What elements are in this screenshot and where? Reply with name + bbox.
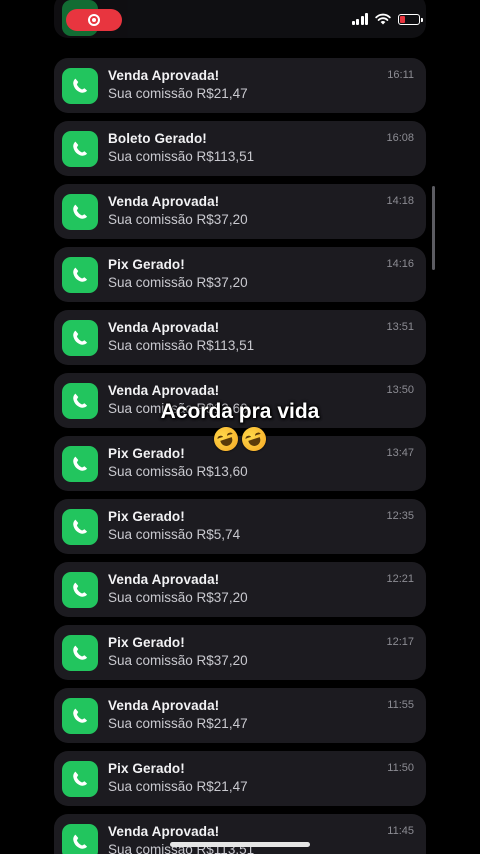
notification-card[interactable]: Boleto Gerado! Sua comissão R$113,51 16:08 [54, 121, 426, 176]
notification-body: Sua comissão R$13,60 [108, 464, 248, 479]
caption-emoji-group [210, 423, 270, 455]
phone-handset-icon [62, 698, 98, 734]
status-icons [351, 13, 423, 25]
phone-handset-icon [62, 824, 98, 854]
notification-time: 13:50 [386, 384, 414, 396]
notification-time: 14:16 [386, 258, 414, 270]
notification-body: Sua comissão R$37,20 [108, 653, 248, 668]
rolling-on-floor-laughing-emoji [210, 423, 242, 455]
notification-body: Sua comissão R$21,47 [108, 779, 248, 794]
notification-title: Pix Gerado! [108, 761, 185, 776]
cellular-signal-icon [351, 13, 368, 25]
rolling-on-floor-laughing-emoji [238, 423, 270, 455]
notification-card[interactable]: Venda Aprovada! Sua comissão R$37,20 14:18 [54, 184, 426, 239]
notification-title: Venda Aprovada! [108, 320, 220, 335]
notification-card[interactable]: Pix Gerado! Sua comissão R$37,20 14:16 [54, 247, 426, 302]
phone-handset-icon [62, 194, 98, 230]
phone-handset-icon [62, 257, 98, 293]
notification-body: Sua comissão R$113,51 [108, 338, 255, 353]
notification-card[interactable]: Venda Aprovada! Sua comissão R$37,20 12:21 [54, 562, 426, 617]
notification-time: 12:21 [386, 573, 414, 585]
phone-handset-icon [62, 509, 98, 545]
caption-text: Acorda pra vida [160, 400, 320, 423]
scroll-indicator[interactable] [432, 186, 435, 270]
notification-time: 12:35 [386, 510, 414, 522]
notification-body: Sua comissão R$37,20 [108, 275, 248, 290]
notification-body: Sua comissão R$21,47 [108, 716, 248, 731]
video-caption: Acorda pra vida [0, 400, 480, 456]
notification-time: 12:17 [386, 636, 414, 648]
notification-title: Venda Aprovada! [108, 698, 220, 713]
screen-recording-indicator[interactable] [66, 9, 122, 31]
battery-icon [398, 13, 423, 25]
notification-card[interactable]: Pix Gerado! Sua comissão R$37,20 12:17 [54, 625, 426, 680]
home-indicator[interactable] [170, 842, 310, 847]
notification-title: Pix Gerado! [108, 509, 185, 524]
notification-card[interactable]: Pix Gerado! Sua comissão R$21,47 11:50 [54, 751, 426, 806]
notification-time: 14:18 [386, 195, 414, 207]
phone-handset-icon [62, 635, 98, 671]
phone-screen: Venda Aprovada! Sua comissão R$21,47 16:11… [0, 0, 480, 854]
phone-handset-icon [62, 572, 98, 608]
notification-time: 16:11 [387, 69, 414, 81]
notification-title: Pix Gerado! [108, 257, 185, 272]
phone-handset-icon [62, 761, 98, 797]
notification-list: Venda Aprovada! Sua comissão R$21,47 16:11… [54, 58, 426, 854]
wifi-icon [375, 13, 391, 25]
notification-time: 16:08 [386, 132, 414, 144]
notification-title: Venda Aprovada! [108, 824, 220, 839]
notification-card[interactable]: Venda Aprovada! Sua comissão R$113,51 11:4… [54, 814, 426, 854]
screen-recording-icon [88, 14, 100, 26]
status-bar [50, 0, 430, 44]
notification-title: Pix Gerado! [108, 635, 185, 650]
notification-body: Sua comissão R$5,74 [108, 527, 241, 542]
notification-card[interactable]: Venda Aprovada! Sua comissão R$21,47 11:55 [54, 688, 426, 743]
notification-title: Venda Aprovada! [108, 572, 220, 587]
notification-body: Sua comissão R$113,51 [108, 149, 255, 164]
notification-time: 11:45 [387, 825, 414, 837]
notification-card[interactable]: Venda Aprovada! Sua comissão R$21,47 16:11 [54, 58, 426, 113]
notification-title: Boleto Gerado! [108, 131, 207, 146]
phone-handset-icon [62, 68, 98, 104]
phone-handset-icon [62, 131, 98, 167]
notification-card[interactable]: Venda Aprovada! Sua comissão R$113,51 13:5… [54, 310, 426, 365]
notification-body: Sua comissão R$21,47 [108, 86, 248, 101]
notification-time: 13:51 [386, 321, 414, 333]
battery-level [400, 15, 406, 23]
phone-handset-icon [62, 320, 98, 356]
notification-time: 11:50 [387, 762, 414, 774]
notification-title: Venda Aprovada! [108, 383, 220, 398]
notification-body: Sua comissão R$37,20 [108, 590, 248, 605]
notification-title: Venda Aprovada! [108, 68, 220, 83]
notification-card[interactable]: Pix Gerado! Sua comissão R$5,74 12:35 [54, 499, 426, 554]
notification-body: Sua comissão R$37,20 [108, 212, 248, 227]
notification-title: Venda Aprovada! [108, 194, 220, 209]
notification-time: 11:55 [387, 699, 414, 711]
